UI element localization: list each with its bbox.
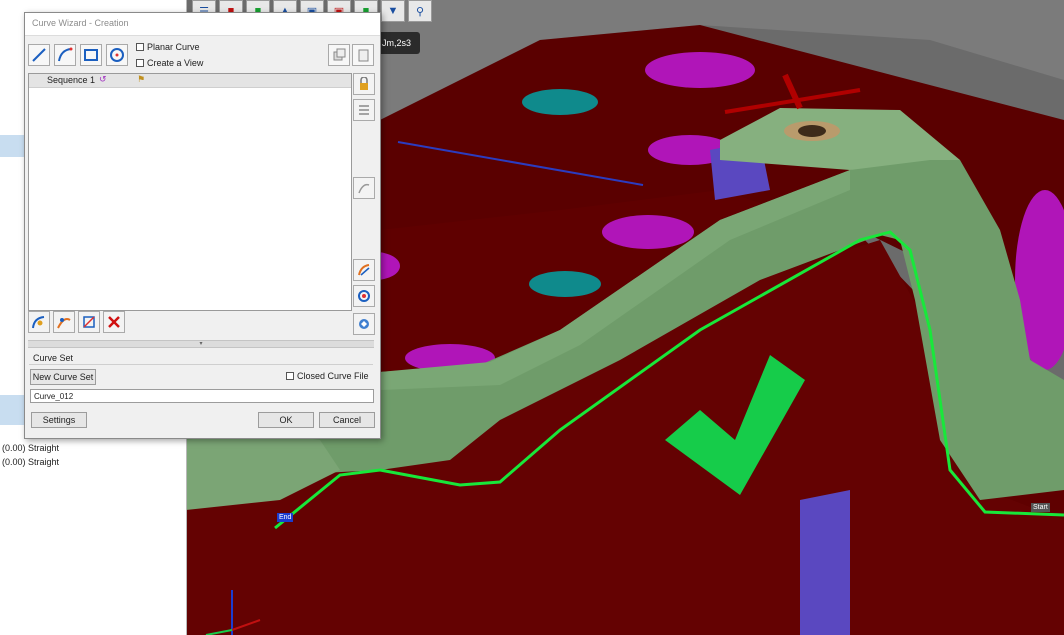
point-tooltip: Jm,2s3 [378, 32, 420, 54]
paste-icon[interactable] [352, 44, 374, 66]
arc-icon[interactable] [54, 44, 76, 66]
cancel-button[interactable]: Cancel [319, 412, 375, 428]
copy-icon[interactable] [328, 44, 350, 66]
curve-set-title: Curve Set [33, 353, 74, 363]
right-tool-strip [353, 73, 375, 335]
panel-splitter[interactable]: ▾ [28, 340, 374, 348]
rectangle-icon[interactable] [80, 44, 102, 66]
delete-icon[interactable] [103, 311, 125, 333]
tree-selection[interactable] [0, 135, 24, 157]
planar-curve-checkbox[interactable] [136, 43, 144, 51]
arc-tool-icon[interactable] [28, 311, 50, 333]
tree-item[interactable]: (0.00) Straight [2, 443, 59, 453]
section-icon[interactable]: ▼ [381, 0, 405, 22]
curve-edit-icon[interactable] [353, 177, 375, 199]
closed-curve-file-checkbox[interactable] [286, 372, 294, 380]
closed-curve-file-option[interactable]: Closed Curve File [286, 371, 369, 381]
end-marker[interactable]: End [277, 513, 294, 522]
project-icon[interactable] [353, 313, 375, 335]
create-view-label: Create a View [147, 58, 204, 68]
create-view-option[interactable]: Create a View [136, 58, 203, 68]
dialog-titlebar[interactable]: Curve Wizard - Creation [25, 13, 380, 36]
curve-wizard-dialog: Curve Wizard - Creation Planar Curve Cre… [24, 12, 381, 439]
dialog-title: Curve Wizard - Creation [32, 18, 129, 28]
closed-curve-file-label: Closed Curve File [297, 371, 369, 381]
circle-icon[interactable] [106, 44, 128, 66]
ok-button[interactable]: OK [258, 412, 314, 428]
new-curve-set-button[interactable]: New Curve Set [30, 369, 96, 385]
line-icon[interactable] [28, 44, 50, 66]
bottom-toolbar [28, 311, 125, 335]
sequence-label: Sequence 1 [47, 75, 96, 85]
tree-selection[interactable] [0, 395, 24, 425]
sequence-lock-icon[interactable]: ⚑ [137, 74, 145, 85]
list-icon[interactable] [353, 99, 375, 121]
create-view-checkbox[interactable] [136, 59, 144, 67]
trim-icon[interactable] [353, 259, 375, 281]
planar-curve-option[interactable]: Planar Curve [136, 42, 200, 52]
divider [29, 364, 373, 365]
start-marker[interactable]: Start [1031, 503, 1050, 512]
tree-item[interactable]: (0.00) Straight [2, 457, 59, 467]
spline-icon[interactable] [53, 311, 75, 333]
sequence-list[interactable]: Sequence 1 ↺ ⚑ [28, 73, 352, 311]
move-icon[interactable] [78, 311, 100, 333]
zoom-icon[interactable]: ⚲ [408, 0, 432, 22]
lock-icon[interactable] [353, 73, 375, 95]
offset-icon[interactable] [353, 285, 375, 307]
sequence-row[interactable]: Sequence 1 ↺ ⚑ [29, 74, 351, 88]
sequence-curve-icon: ↺ [99, 74, 107, 84]
settings-button[interactable]: Settings [31, 412, 87, 428]
planar-curve-label: Planar Curve [147, 42, 200, 52]
curve-name-input[interactable] [30, 389, 374, 403]
